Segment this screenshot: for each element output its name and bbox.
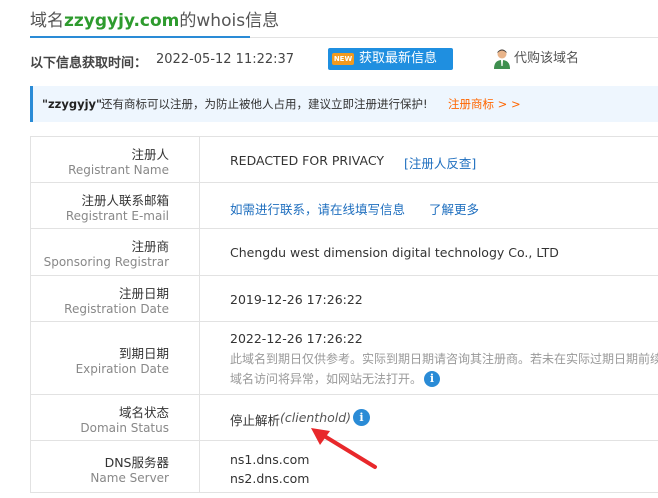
notice-domain: "zzygyjy" (42, 97, 103, 111)
label-zh: 注册商 (131, 239, 169, 254)
row-expiration-date: 到期日期 Expiration Date 2022-12-26 17:26:22… (31, 322, 658, 395)
expiration-date-value: 2022-12-26 17:26:22 (230, 331, 363, 346)
label-en: Registrant E-mail (65, 209, 169, 223)
trademark-notice: "zzygyjy" 还有商标可以注册，为防止被他人占用，建议立即注册进行保护! … (30, 86, 658, 122)
value-cell: 2019-12-26 17:26:22 (230, 276, 658, 321)
label-zh: 域名状态 (118, 405, 169, 420)
value-cell: 2022-12-26 17:26:22 此域名到期日仅供参考。实际到期日期请咨询… (230, 322, 658, 394)
label-en: Registration Date (64, 302, 169, 316)
fetch-info-row: 以下信息获取时间： 2022-05-12 11:22:37 NEW 获取最新信息… (30, 48, 658, 72)
label-en: Name Server (90, 471, 169, 485)
row-registrar: 注册商 Sponsoring Registrar Chengdu west di… (31, 229, 658, 276)
register-trademark-link[interactable]: 注册商标 > > (448, 86, 521, 122)
row-registration-date: 注册日期 Registration Date 2019-12-26 17:26:… (31, 276, 658, 322)
title-prefix: 域名 (30, 11, 64, 31)
fetch-time-value: 2022-05-12 11:22:37 (156, 52, 295, 67)
label-cell: 注册日期 Registration Date (31, 276, 200, 321)
annotation-arrow-icon (311, 428, 377, 469)
user-agent-icon (494, 49, 510, 69)
page-title: 域名zzygyjy.com的whois信息 (30, 6, 279, 31)
label-cell: 到期日期 Expiration Date (31, 322, 200, 394)
value-cell: Chengdu west dimension digital technolog… (230, 229, 658, 275)
label-zh: 注册人联系邮箱 (81, 193, 169, 208)
value-cell: ns1.dns.com ns2.dns.com (230, 441, 658, 492)
label-cell: DNS服务器 Name Server (31, 441, 200, 492)
label-zh: 到期日期 (118, 346, 169, 361)
row-registrant: 注册人 Registrant Name REDACTED FOR PRIVACY… (31, 137, 658, 183)
name-server-1: ns1.dns.com (230, 452, 310, 467)
registration-date-value: 2019-12-26 17:26:22 (230, 292, 363, 307)
value-cell: 停止解析 (clienthold) i (230, 395, 658, 440)
domain-status-value: 停止解析 (230, 413, 281, 428)
expiration-note-line2: 域名访问将异常，如网站无法打开。 (230, 372, 423, 386)
refresh-whois-button[interactable]: NEW 获取最新信息 (328, 48, 453, 70)
status-info-icon[interactable]: i (353, 409, 370, 426)
expiration-note-line1: 此域名到期日仅供参考。实际到期日期请咨询其注册商。若未在实际过期日期前续 (230, 352, 658, 366)
label-cell: 域名状态 Domain Status (31, 395, 200, 440)
registrant-lookup-link[interactable]: [注册人反查] (404, 153, 476, 172)
contact-form-link[interactable]: 如需进行联系，请在线填写信息 (230, 199, 405, 218)
new-badge-icon: NEW (332, 53, 354, 65)
info-icon[interactable]: i (424, 371, 440, 387)
label-en: Expiration Date (75, 362, 169, 376)
value-cell: 如需进行联系，请在线填写信息 了解更多 (230, 183, 658, 228)
domain-status-code: (clienthold) (280, 410, 352, 425)
label-en: Sponsoring Registrar (43, 255, 169, 269)
fetch-time-label: 以下信息获取时间： (30, 56, 148, 71)
title-domain: zzygyjy.com (64, 11, 180, 31)
refresh-button-label: 获取最新信息 (359, 51, 438, 66)
label-en: Registrant Name (68, 163, 169, 177)
notice-text: 还有商标可以注册，为防止被他人占用，建议立即注册进行保护! (101, 97, 428, 111)
page-header: 域名zzygyjy.com的whois信息 (0, 0, 658, 40)
title-underline (30, 36, 250, 38)
label-zh: 注册人 (131, 147, 169, 162)
row-email: 注册人联系邮箱 Registrant E-mail 如需进行联系，请在线填写信息… (31, 183, 658, 229)
label-zh: 注册日期 (118, 286, 169, 301)
label-zh: DNS服务器 (104, 455, 169, 470)
label-en: Domain Status (80, 421, 169, 435)
label-cell: 注册人 Registrant Name (31, 137, 200, 182)
buy-domain-label: 代购该域名 (514, 51, 580, 66)
registrant-value: REDACTED FOR PRIVACY (230, 153, 385, 168)
value-cell: REDACTED FOR PRIVACY [注册人反查] (230, 137, 658, 182)
registrar-value: Chengdu west dimension digital technolog… (230, 245, 559, 260)
label-cell: 注册商 Sponsoring Registrar (31, 229, 200, 275)
learn-more-link[interactable]: 了解更多 (429, 199, 479, 218)
title-suffix: 的whois信息 (179, 11, 280, 31)
name-server-2: ns2.dns.com (230, 471, 310, 486)
label-cell: 注册人联系邮箱 Registrant E-mail (31, 183, 200, 228)
